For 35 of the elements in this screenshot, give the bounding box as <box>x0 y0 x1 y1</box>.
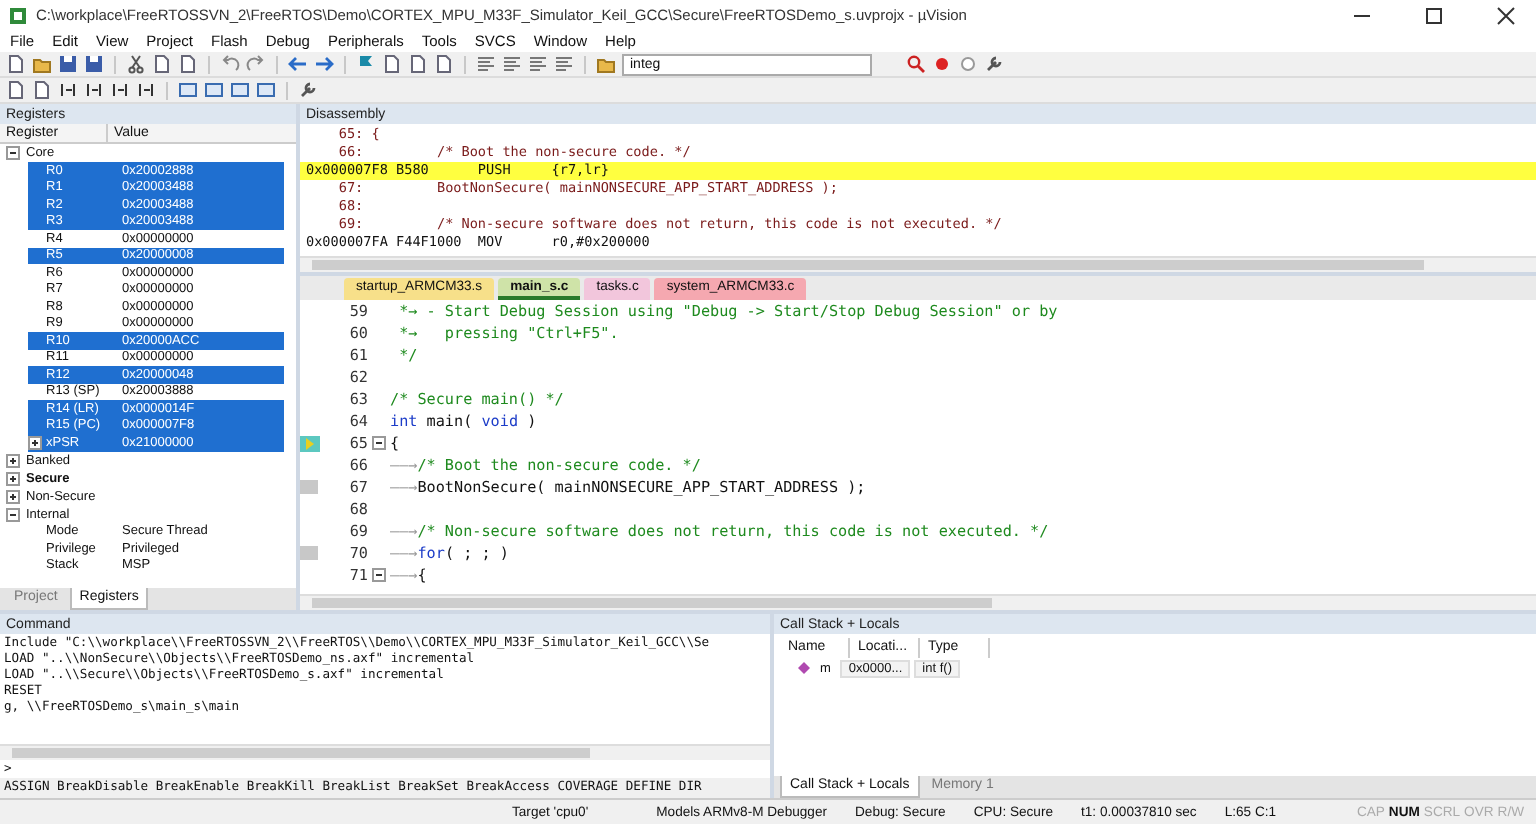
collapse-icon[interactable] <box>6 507 20 521</box>
step-icon[interactable] <box>84 80 104 100</box>
lines-icon[interactable] <box>528 54 548 74</box>
diamond-icon <box>798 662 810 674</box>
lines-icon[interactable] <box>554 54 574 74</box>
collapse-icon[interactable] <box>6 146 20 160</box>
arrow-left-icon[interactable] <box>288 54 308 74</box>
expand-icon[interactable] <box>6 489 20 503</box>
app-icon <box>8 5 28 25</box>
horizontal-scrollbar[interactable] <box>300 594 1536 610</box>
horizontal-scrollbar[interactable] <box>300 256 1536 272</box>
wrench-icon[interactable] <box>984 54 1004 74</box>
collapse-icon[interactable] <box>372 436 386 450</box>
save-icon[interactable] <box>84 54 104 74</box>
horizontal-scrollbar[interactable] <box>0 744 770 760</box>
dot-icon[interactable] <box>932 54 952 74</box>
search-icon[interactable] <box>906 54 926 74</box>
circle-icon[interactable] <box>958 54 978 74</box>
redo-icon[interactable] <box>246 54 266 74</box>
lines-icon[interactable] <box>502 54 522 74</box>
step-icon[interactable] <box>58 80 78 100</box>
expand-icon[interactable] <box>6 471 20 485</box>
arrow-right-icon[interactable] <box>314 54 334 74</box>
expand-icon[interactable] <box>6 453 20 467</box>
save-icon[interactable] <box>58 54 78 74</box>
scissors-icon[interactable] <box>126 54 146 74</box>
collapse-icon[interactable] <box>372 568 386 582</box>
lines-icon[interactable] <box>476 54 496 74</box>
expand-icon[interactable] <box>28 435 42 450</box>
close-icon[interactable] <box>1496 5 1516 25</box>
step-icon[interactable] <box>136 80 156 100</box>
undo-icon[interactable] <box>220 54 240 74</box>
step-icon[interactable] <box>110 80 130 100</box>
maximize-icon[interactable] <box>1424 5 1444 25</box>
settings-icon[interactable] <box>298 80 318 100</box>
